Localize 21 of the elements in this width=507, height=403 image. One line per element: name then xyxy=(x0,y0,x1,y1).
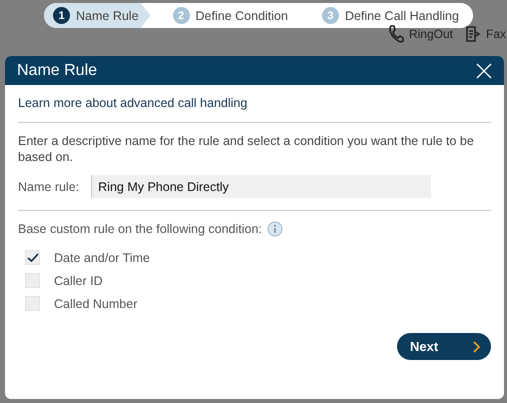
phone-icon xyxy=(388,25,404,43)
checkbox-label: Called Number xyxy=(54,296,138,310)
checkbox[interactable] xyxy=(25,273,40,288)
checkbox[interactable] xyxy=(25,250,40,265)
close-icon[interactable] xyxy=(476,62,492,78)
intro-text: Enter a descriptive name for the rule and select a condition you want the rule to be based on. xyxy=(18,133,475,165)
name-input-field[interactable]: Ring My Phone Directly xyxy=(91,175,432,198)
chevron-icon xyxy=(473,340,481,352)
dialog-title: Name Rule xyxy=(17,62,98,80)
toolbar-button[interactable]: Fax xyxy=(464,25,506,43)
field-label: Name rule: xyxy=(18,180,80,194)
step-tab[interactable]: 1 Name Rule xyxy=(44,3,151,28)
info-icon[interactable] xyxy=(266,221,283,237)
help-link[interactable]: Learn more about advanced call handling xyxy=(18,96,491,110)
condition-heading: Base custom rule on the following condition: xyxy=(18,222,262,236)
toolbar-button[interactable]: RingOut xyxy=(388,25,453,43)
checkbox-label: Caller ID xyxy=(54,274,103,288)
document-icon xyxy=(464,25,481,43)
checkbox-label: Date and/or Time xyxy=(54,250,150,264)
next-button[interactable]: Next xyxy=(397,333,491,360)
checkbox[interactable] xyxy=(25,296,40,311)
